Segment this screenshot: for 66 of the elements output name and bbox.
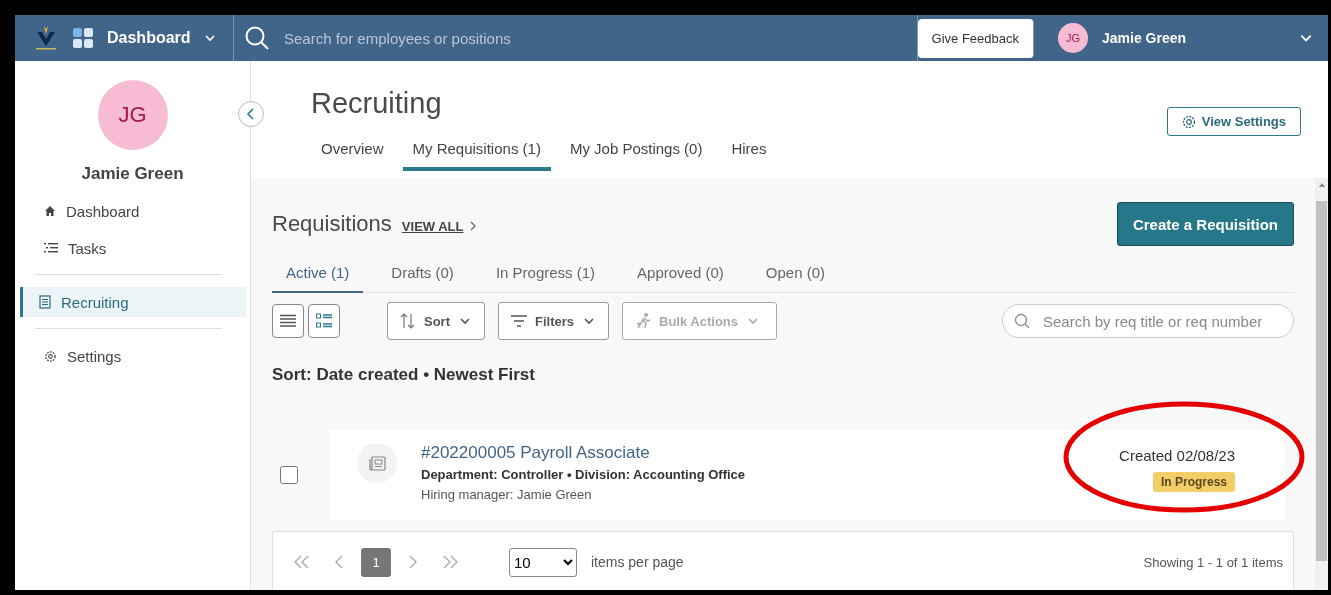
status-tab[interactable]: Drafts (0) (377, 255, 468, 293)
card-view-button[interactable] (308, 304, 340, 338)
hiring-manager: Hiring manager: Jamie Green (421, 487, 593, 502)
scroll-up-icon[interactable] (1317, 181, 1326, 189)
requisition-search-field[interactable]: Search by req title or req number (1002, 304, 1294, 338)
home-icon (44, 205, 56, 217)
row-checkbox[interactable] (280, 466, 298, 484)
chevron-left-icon (246, 108, 256, 120)
chevron-down-icon (746, 315, 760, 327)
collapse-button[interactable] (238, 101, 264, 127)
page-tab[interactable]: My Job Postings (0) (559, 140, 713, 171)
requisition-card[interactable]: #202200005 Payroll Associate Department: Controller • Division: Accounting Office Hiring manager: Jamie Green Created 02/08/23 In Progress (329, 430, 1285, 520)
section-title: Requisitions (272, 211, 392, 237)
nav-item[interactable]: Settings (20, 341, 246, 371)
list-icon (280, 314, 296, 328)
page-title: Recruiting (311, 87, 443, 120)
chevron-down-icon (458, 315, 472, 327)
search-icon (244, 25, 270, 51)
nav-item[interactable]: Tasks (20, 233, 246, 263)
user-name: Jamie Green (1102, 30, 1188, 46)
search-field[interactable]: Search for employees or positions (282, 28, 686, 48)
newspaper-icon (368, 455, 386, 471)
nav-item[interactable]: Recruiting (20, 287, 246, 317)
page-tab[interactable]: My Requisitions (1) (402, 140, 551, 171)
gear-icon (44, 349, 57, 363)
filter-icon (511, 315, 527, 327)
card-list-icon (316, 313, 332, 329)
sort-summary: Sort: Date created • Newest First (272, 365, 536, 385)
page-size-label: items per page (591, 554, 684, 570)
nav-item[interactable]: Dashboard (20, 196, 246, 226)
sort-arrows-icon (400, 312, 416, 330)
status-badge: In Progress (1152, 472, 1235, 492)
profile-name: Jamie Green (80, 164, 185, 184)
search-icon (1014, 313, 1030, 329)
apps-grid-icon[interactable] (73, 28, 93, 48)
sort-button[interactable]: Sort (387, 302, 485, 340)
logo-icon (33, 24, 59, 52)
status-tab[interactable]: Approved (0) (623, 255, 738, 293)
item-count: Showing 1 - 1 of 1 items (1143, 554, 1283, 570)
page-size-dropdown[interactable]: 10 (509, 547, 577, 577)
requisition-title-link[interactable]: #202200005 Payroll Associate (421, 443, 746, 463)
page-number-button[interactable]: 1 (361, 547, 391, 577)
list-view-button[interactable] (272, 304, 304, 338)
list-icon (44, 242, 58, 254)
create-requisition-button[interactable]: Create a Requisition (1116, 202, 1294, 246)
page-tab[interactable]: Overview (311, 140, 394, 171)
created-date: Created 02/08/23 (1119, 447, 1235, 464)
scrollbar[interactable] (1315, 178, 1328, 590)
feedback-button[interactable]: Give Feedback (917, 18, 1034, 58)
status-tab[interactable]: In Progress (1) (481, 255, 610, 293)
page-tab[interactable]: Hires (721, 140, 777, 171)
user-avatar: JG (1058, 23, 1088, 53)
chevron-right-icon (469, 220, 478, 232)
view-all-link[interactable]: VIEW ALL (401, 219, 464, 234)
requisition-details: Department: Controller • Division: Accounting Office (421, 467, 746, 482)
status-tab[interactable]: Open (0) (751, 255, 839, 293)
dashboard-menu[interactable]: Dashboard (107, 29, 217, 47)
running-figure-icon (635, 312, 651, 330)
profile-avatar: JG (97, 80, 168, 150)
filters-button[interactable]: Filters (498, 302, 609, 340)
chevron-down-icon (202, 32, 217, 44)
status-tab[interactable]: Active (1) (272, 255, 364, 293)
document-icon (39, 295, 51, 309)
chevron-down-icon (582, 315, 596, 327)
gear-icon (1181, 114, 1196, 129)
view-settings-button[interactable]: View Settings (1166, 107, 1301, 136)
